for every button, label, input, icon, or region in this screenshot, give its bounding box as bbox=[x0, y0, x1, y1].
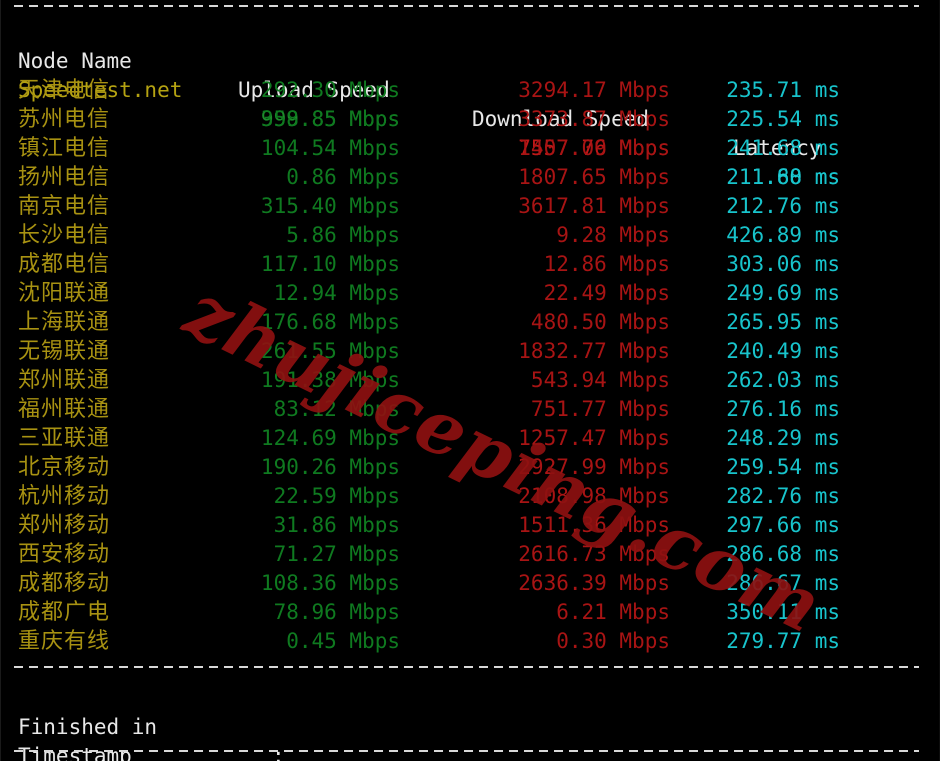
table-row: 长沙电信 5.86 Mbps 9.28 Mbps 426.89 ms bbox=[0, 221, 940, 250]
table-row: 三亚联通 124.69 Mbps 1257.47 Mbps 248.29 ms bbox=[0, 424, 940, 453]
cell-latency: 211.88 ms bbox=[726, 165, 840, 189]
table-row: 苏州电信 358.85 Mbps 3373.87 Mbps 225.54 ms bbox=[0, 105, 940, 134]
table-row: 成都电信 117.10 Mbps 12.86 Mbps 303.06 ms bbox=[0, 250, 940, 279]
table-row: 扬州电信 0.86 Mbps 1807.65 Mbps 211.88 ms bbox=[0, 163, 940, 192]
cell-latency: 259.54 ms bbox=[726, 455, 840, 479]
divider-bottom bbox=[14, 750, 919, 752]
table-row: 北京移动 190.26 Mbps 2927.99 Mbps 259.54 ms bbox=[0, 453, 940, 482]
table-row: 沈阳联通 12.94 Mbps 22.49 Mbps 249.69 ms bbox=[0, 279, 940, 308]
cell-latency: 225.54 ms bbox=[726, 107, 840, 131]
cell-latency: 282.76 ms bbox=[726, 484, 840, 508]
cell-latency: 350.11 ms bbox=[726, 600, 840, 624]
table-row: 郑州移动 31.86 Mbps 1511.36 Mbps 297.66 ms bbox=[0, 511, 940, 540]
footer-finished-in-row: Finished in : 12 min 20 sec bbox=[0, 684, 940, 761]
table-row: 杭州移动 22.59 Mbps 2108.98 Mbps 282.76 ms bbox=[0, 482, 940, 511]
cell-latency: 265.95 ms bbox=[726, 310, 840, 334]
cell-latency: 276.16 ms bbox=[726, 397, 840, 421]
cell-latency: 248.29 ms bbox=[726, 426, 840, 450]
table-row: 成都广电 78.96 Mbps 6.21 Mbps 350.11 ms bbox=[0, 598, 940, 627]
cell-latency: 241.68 ms bbox=[726, 136, 840, 160]
cell-latency: 279.77 ms bbox=[726, 629, 840, 653]
cell-latency: 235.71 ms bbox=[726, 78, 840, 102]
table-row: 南京电信 315.40 Mbps 3617.81 Mbps 212.76 ms bbox=[0, 192, 940, 221]
footer-timestamp-row: Timestamp : 2023-12-04 21:22:23 CST bbox=[0, 713, 940, 761]
cell-latency: 240.49 ms bbox=[726, 339, 840, 363]
table-row: 无锡联通 261.55 Mbps 1832.77 Mbps 240.49 ms bbox=[0, 337, 940, 366]
table-row: 上海联通 176.68 Mbps 480.50 Mbps 265.95 ms bbox=[0, 308, 940, 337]
speedtest-terminal-output: Node Name Upload Speed Download Speed La… bbox=[0, 0, 940, 761]
table-row: 西安移动 71.27 Mbps 2616.73 Mbps 286.68 ms bbox=[0, 540, 940, 569]
cell-latency: 286.68 ms bbox=[726, 542, 840, 566]
cell-latency: 286.67 ms bbox=[726, 571, 840, 595]
cell-latency: 297.66 ms bbox=[726, 513, 840, 537]
table-row: 天津电信 292.30 Mbps 3294.17 Mbps 235.71 ms bbox=[0, 76, 940, 105]
cell-latency: 212.76 ms bbox=[726, 194, 840, 218]
table-row: 郑州联通 191.38 Mbps 543.94 Mbps 262.03 ms bbox=[0, 366, 940, 395]
reference-row-speedtest-net: Speedtest.net 999.85 Mbps 7557.76 Mbps 1… bbox=[0, 47, 940, 189]
cell-latency: 262.03 ms bbox=[726, 368, 840, 392]
table-row: 福州联通 83.12 Mbps 751.77 Mbps 276.16 ms bbox=[0, 395, 940, 424]
divider-middle bbox=[14, 666, 919, 668]
table-row: 镇江电信 104.54 Mbps 1407.09 Mbps 241.68 ms bbox=[0, 134, 940, 163]
table-header-row: Node Name Upload Speed Download Speed La… bbox=[0, 18, 940, 160]
cell-latency: 249.69 ms bbox=[726, 281, 840, 305]
table-row: 成都移动 108.36 Mbps 2636.39 Mbps 286.67 ms bbox=[0, 569, 940, 598]
divider-top bbox=[14, 5, 919, 7]
cell-latency: 426.89 ms bbox=[726, 223, 840, 247]
cell-latency: 303.06 ms bbox=[726, 252, 840, 276]
table-row: 重庆有线 0.45 Mbps 0.30 Mbps 279.77 ms bbox=[0, 627, 940, 656]
